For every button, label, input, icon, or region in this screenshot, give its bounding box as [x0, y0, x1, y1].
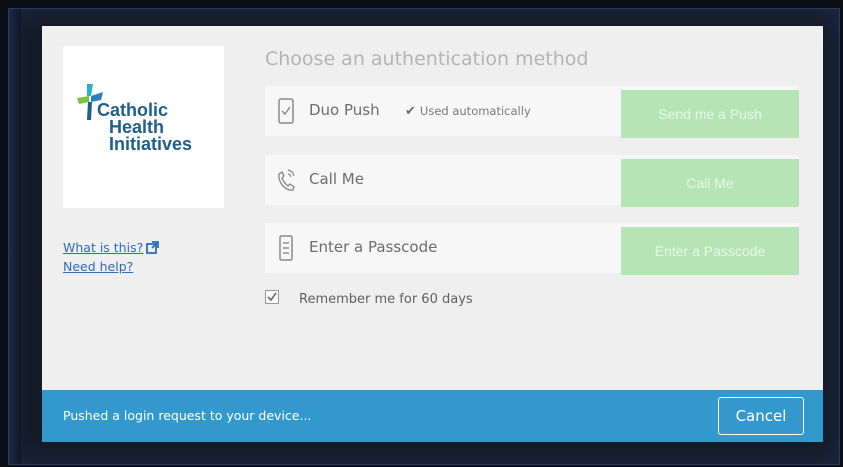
remember-me-checkbox[interactable]: [265, 290, 279, 304]
help-links: What is this? Need help?: [63, 240, 160, 278]
external-link-icon: [146, 241, 160, 254]
checkmark-icon: [267, 292, 277, 302]
duo-auth-dialog: Catholic Health Initiatives What is this…: [42, 26, 823, 442]
remember-me-label: Remember me for 60 days: [299, 292, 473, 307]
logo-wordmark: Catholic Health Initiatives: [97, 101, 193, 154]
phone-icon: [278, 98, 294, 124]
method-row-passcode: Enter a Passcode Enter a Passcode: [265, 223, 799, 275]
used-automatically-text: Used automatically: [419, 104, 531, 118]
what-is-this-link[interactable]: What is this?: [63, 240, 160, 255]
logo-line-3: Initiatives: [109, 134, 193, 154]
cancel-button[interactable]: Cancel: [718, 397, 804, 435]
need-help-link[interactable]: Need help?: [63, 259, 159, 274]
method-label-passcode: Enter a Passcode: [309, 238, 438, 256]
page-title: Choose an authentication method: [265, 48, 589, 70]
organization-logo: Catholic Health Initiatives: [63, 46, 224, 208]
what-is-this-label: What is this?: [63, 240, 144, 255]
call-me-button[interactable]: Call Me: [621, 159, 799, 207]
used-automatically-note: ✔ Used automatically: [405, 104, 531, 119]
phone-ring-icon: [278, 169, 295, 191]
method-label-duo-push: Duo Push: [309, 101, 380, 119]
method-label-call-me: Call Me: [309, 170, 364, 188]
method-row-duo-push: Duo Push ✔ Used automatically Send me a P…: [265, 86, 799, 138]
passcode-device-icon: [279, 235, 293, 261]
send-push-button[interactable]: Send me a Push: [621, 90, 799, 138]
method-row-call-me: Call Me Call Me: [265, 155, 799, 207]
status-bar: Pushed a login request to your device...…: [42, 390, 823, 442]
check-icon: ✔: [405, 104, 416, 119]
window-edge: [9, 9, 21, 464]
enter-passcode-button[interactable]: Enter a Passcode: [621, 227, 799, 275]
status-message: Pushed a login request to your device...: [63, 408, 312, 423]
